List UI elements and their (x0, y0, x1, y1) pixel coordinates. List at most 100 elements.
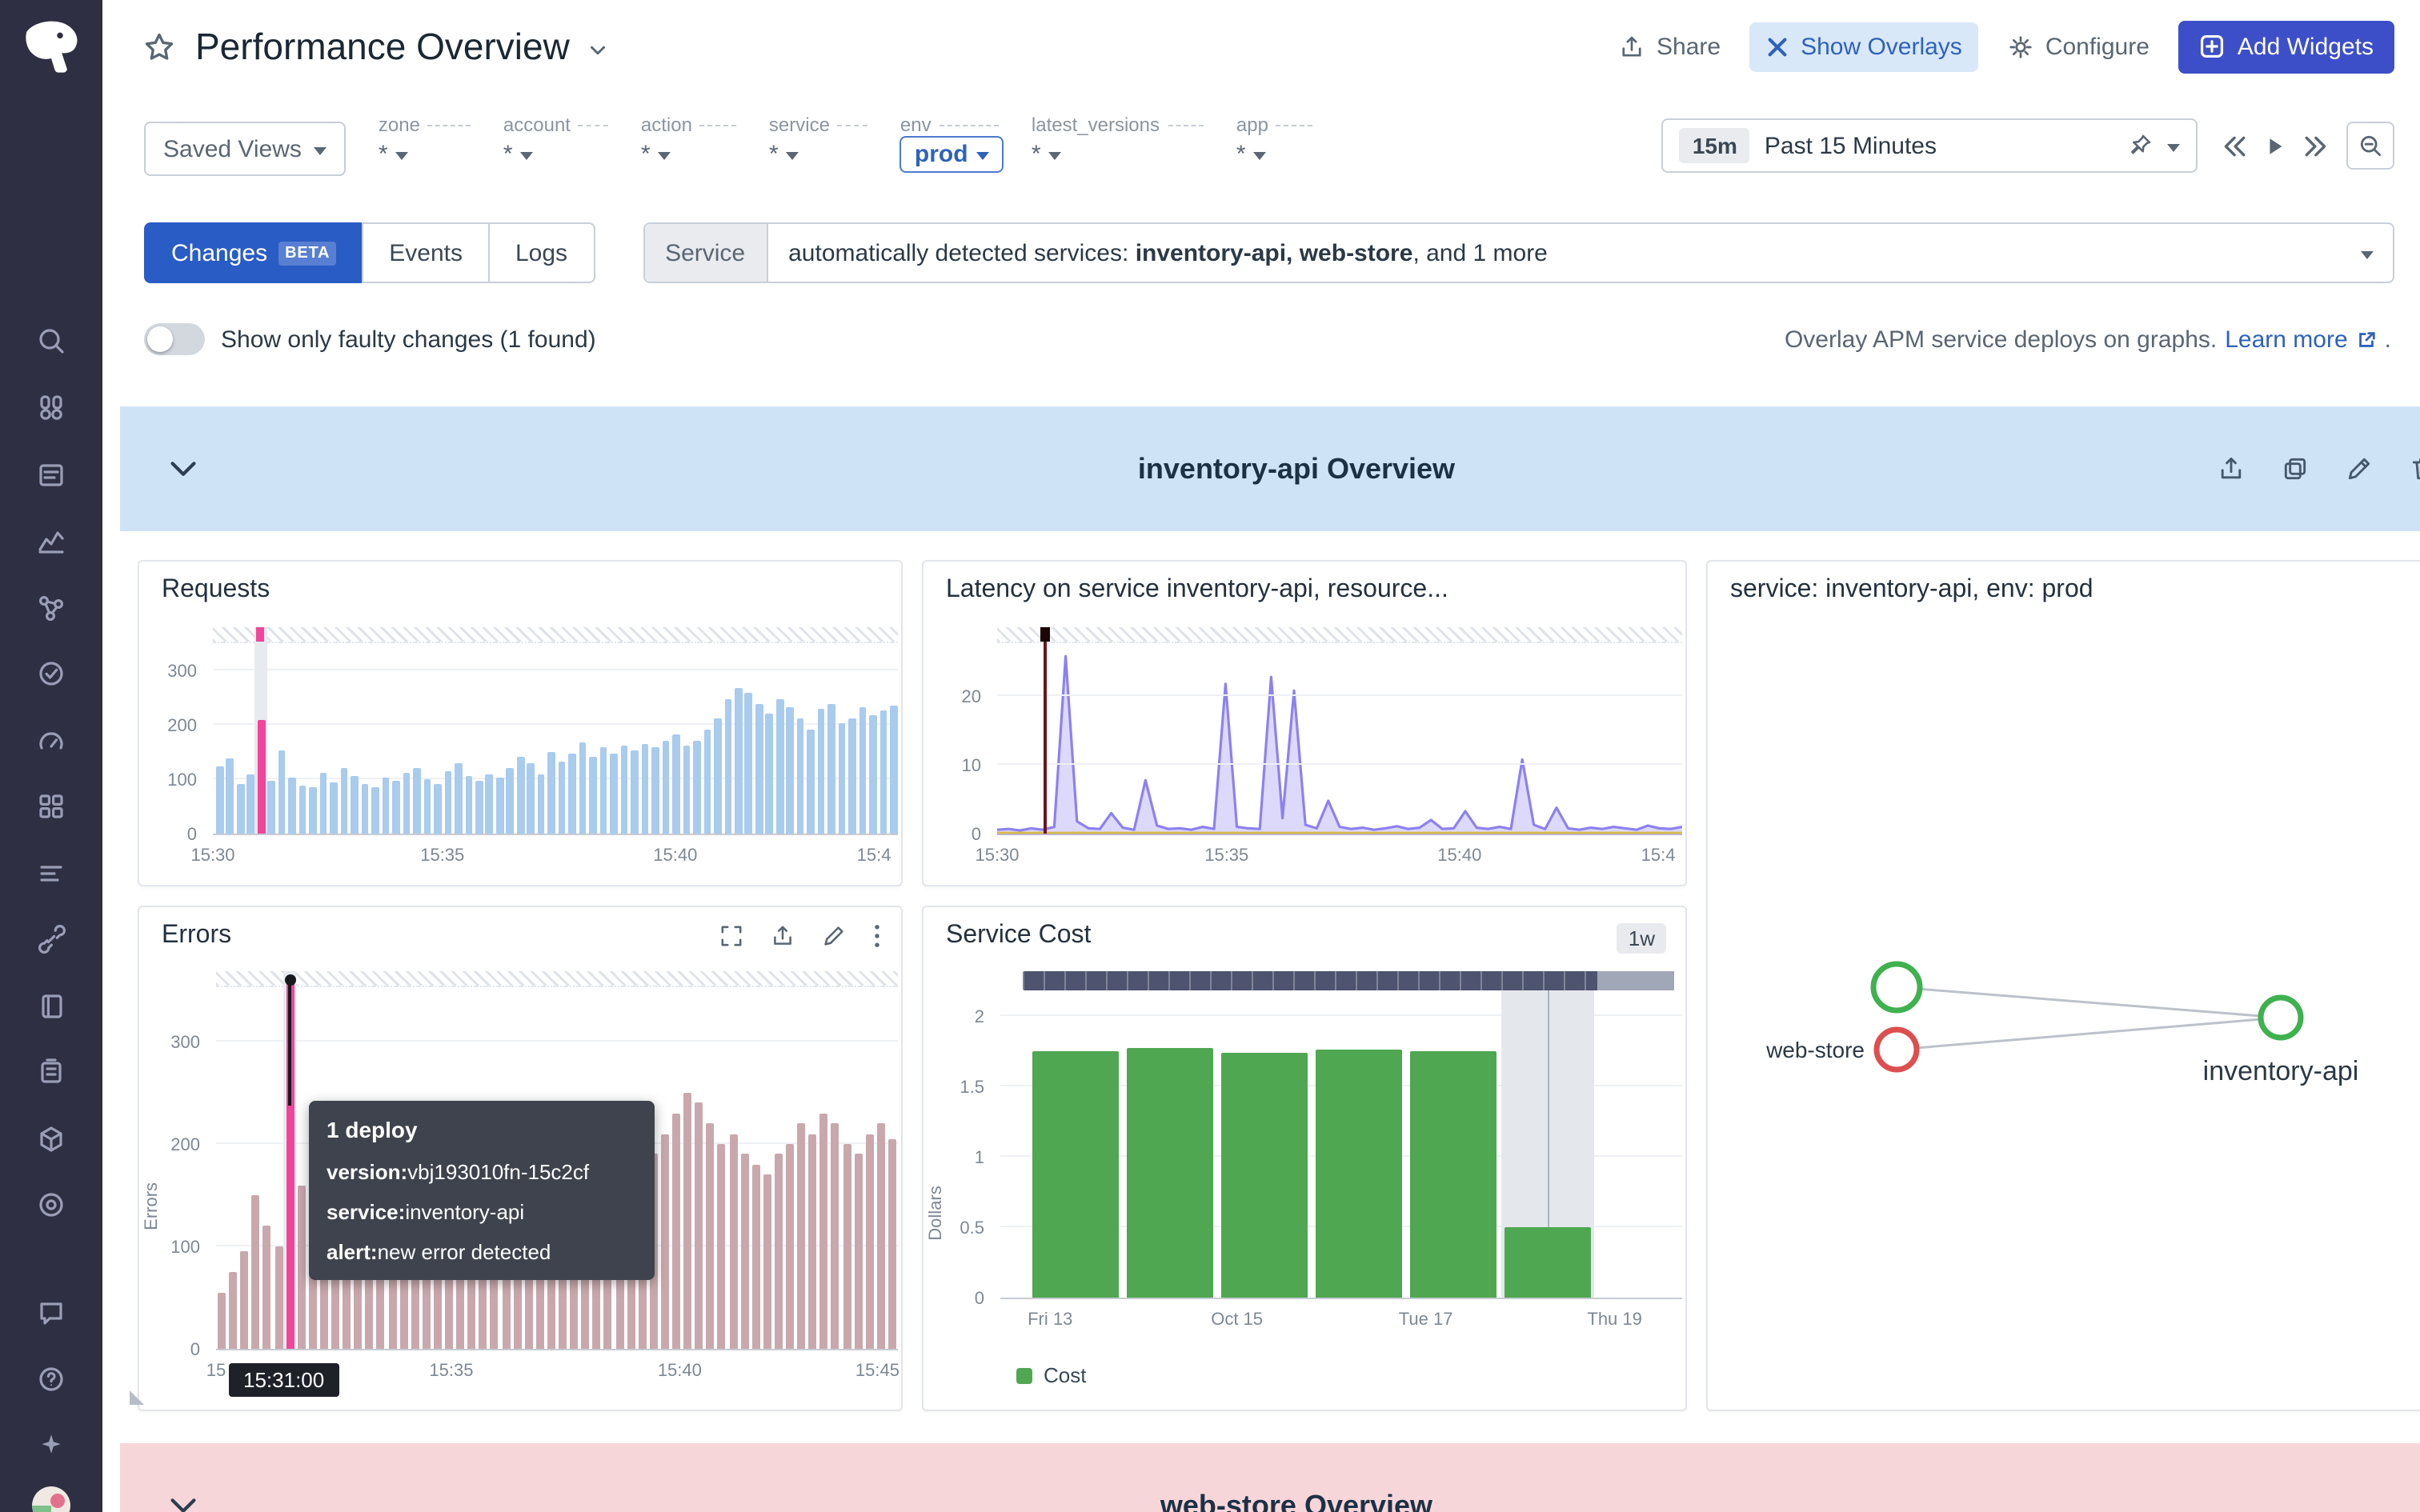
edit-icon[interactable] (2345, 454, 2374, 483)
node-web-store-error[interactable] (1877, 1030, 1917, 1070)
title-chevron-icon[interactable] (586, 38, 610, 62)
chevron-down-icon[interactable] (2361, 250, 2374, 258)
bar[interactable] (331, 782, 338, 834)
bar[interactable] (695, 1103, 703, 1349)
skip-forward-icon[interactable] (2303, 132, 2330, 159)
service-filter-select[interactable]: Service automatically detected services:… (643, 222, 2394, 283)
bar[interactable] (1127, 1049, 1213, 1298)
bar[interactable] (590, 756, 597, 834)
bar[interactable] (714, 718, 721, 834)
bar[interactable] (1410, 1051, 1496, 1298)
service-catalog-icon[interactable] (30, 1118, 72, 1160)
bar[interactable] (341, 767, 348, 834)
favorite-star-icon[interactable] (142, 30, 176, 63)
bar[interactable] (683, 1093, 691, 1349)
bar[interactable] (641, 743, 648, 834)
bar[interactable] (888, 1139, 896, 1349)
bar[interactable] (278, 751, 286, 834)
kebab-menu-icon[interactable] (872, 923, 882, 949)
synthetics-icon[interactable] (30, 720, 72, 762)
requests-chart-plot[interactable] (213, 627, 898, 835)
bar[interactable] (610, 753, 617, 834)
bar[interactable] (310, 787, 317, 834)
error-tracking-icon[interactable] (30, 1051, 72, 1093)
node-web-store-ok[interactable] (1873, 964, 1920, 1010)
export-icon[interactable] (770, 923, 795, 949)
bar[interactable] (496, 778, 503, 834)
help-icon[interactable] (30, 1358, 72, 1400)
bar[interactable] (672, 734, 679, 834)
resize-handle[interactable] (130, 1390, 144, 1405)
bar[interactable] (808, 1134, 816, 1349)
bar[interactable] (776, 698, 783, 834)
bar[interactable] (1221, 1053, 1308, 1298)
bar[interactable] (297, 1185, 305, 1349)
monitors-icon[interactable] (30, 653, 72, 694)
bar[interactable] (786, 1144, 794, 1349)
user-avatar[interactable] (30, 1485, 72, 1512)
bar[interactable] (745, 694, 752, 834)
bar[interactable] (1032, 1051, 1119, 1298)
bar[interactable] (828, 704, 835, 834)
ci-pipelines-icon[interactable] (30, 918, 72, 960)
security-icon[interactable] (30, 1184, 72, 1226)
bar[interactable] (729, 1134, 737, 1349)
bar[interactable] (843, 1144, 851, 1349)
bar[interactable] (579, 742, 587, 834)
bar[interactable] (865, 1134, 873, 1349)
bar[interactable] (1316, 1050, 1402, 1298)
template-var-zone[interactable]: zone * (379, 114, 471, 173)
bar[interactable] (693, 740, 700, 834)
add-widgets-button[interactable]: Add Widgets (2178, 20, 2394, 73)
bar[interactable] (662, 740, 669, 834)
show-overlays-button[interactable]: Show Overlays (1749, 22, 1978, 71)
bar[interactable] (869, 715, 876, 834)
pin-icon[interactable] (2127, 133, 2153, 158)
template-var-latest-versions[interactable]: latest_versions * (1032, 114, 1204, 173)
support-chat-icon[interactable] (30, 1293, 72, 1334)
bar[interactable] (569, 754, 576, 834)
node-inventory-api[interactable] (2261, 998, 2301, 1038)
delete-icon[interactable] (2409, 454, 2420, 483)
template-var-env[interactable]: env prod (900, 114, 1000, 173)
bar[interactable] (818, 710, 825, 834)
bar[interactable] (839, 724, 846, 834)
bar[interactable] (289, 777, 296, 834)
bar[interactable] (274, 1246, 282, 1349)
chart-scrollbar[interactable] (1023, 971, 1674, 990)
copy-icon[interactable] (2281, 454, 2310, 483)
bar[interactable] (517, 756, 524, 834)
bar[interactable] (240, 1251, 248, 1349)
template-var-account[interactable]: account * (503, 114, 609, 173)
search-icon[interactable] (30, 320, 72, 362)
tab-logs[interactable]: Logs (488, 222, 595, 283)
bar[interactable] (807, 729, 815, 834)
bar[interactable] (444, 770, 451, 834)
bar[interactable] (651, 748, 659, 834)
external-link-icon[interactable] (2356, 329, 2377, 350)
template-var-service[interactable]: service * (769, 114, 868, 173)
bar[interactable] (831, 1123, 839, 1349)
notebooks-icon[interactable] (30, 986, 72, 1027)
bar[interactable] (879, 710, 887, 834)
tab-events[interactable]: Events (362, 222, 490, 283)
bar[interactable] (507, 767, 514, 834)
skip-back-icon[interactable] (2220, 132, 2247, 159)
bar[interactable] (263, 1226, 271, 1349)
page-title[interactable]: Performance Overview (195, 25, 570, 68)
bar[interactable] (787, 707, 794, 834)
bar[interactable] (859, 707, 867, 834)
bar[interactable] (775, 1154, 783, 1349)
node-label-inventory-api[interactable]: inventory-api (2203, 1056, 2359, 1086)
widget-service-cost[interactable]: Service Cost 1w Dollars 00.511.52 Fri 13… (922, 906, 1687, 1411)
cost-chart-plot[interactable] (1000, 990, 1682, 1299)
template-var-app[interactable]: app * (1236, 114, 1313, 173)
collapse-chevron-icon[interactable] (165, 1487, 202, 1512)
configure-button[interactable]: Configure (1991, 22, 2166, 71)
integrations-icon[interactable] (30, 786, 72, 827)
bar[interactable] (559, 762, 566, 834)
tab-changes[interactable]: Changes BETA (144, 222, 363, 283)
chevron-down-icon[interactable] (2167, 143, 2180, 151)
bar[interactable] (703, 729, 711, 834)
bar[interactable] (849, 718, 856, 834)
